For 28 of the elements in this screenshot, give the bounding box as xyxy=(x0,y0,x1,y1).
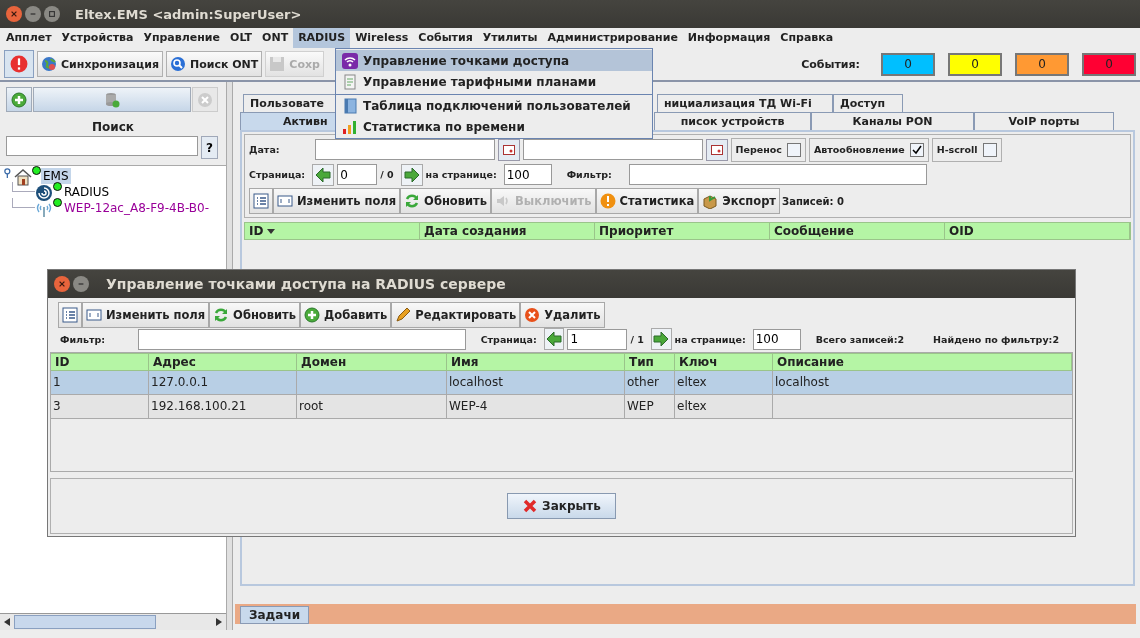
per-page-label: на странице: xyxy=(425,169,497,180)
table-cell: root xyxy=(299,399,324,413)
filtered-count: Найдено по фильтру:2 xyxy=(933,333,1059,345)
table-cell: eltex xyxy=(677,399,707,413)
filter-label: Фильтр: xyxy=(566,169,612,180)
table-cell: localhost xyxy=(449,375,503,389)
record-count: Записей: 0 xyxy=(782,195,844,207)
table-cell: other xyxy=(627,375,659,389)
page-label: Страница: xyxy=(480,333,537,345)
table-cell: eltex xyxy=(677,375,707,389)
table-cell: WEP xyxy=(627,399,654,413)
total-count: Всего записей:2 xyxy=(815,333,905,345)
table-cell: localhost xyxy=(775,375,829,389)
date-label: Дата: xyxy=(249,144,280,155)
page-total: / 0 xyxy=(380,169,394,180)
table-cell: 127.0.0.1 xyxy=(151,375,209,389)
events-label: События: xyxy=(801,57,860,71)
page-total: / 1 xyxy=(630,333,644,345)
table-cell: 1 xyxy=(53,375,61,389)
window-title: Eltex.EMS <admin:SuperUser> xyxy=(75,6,302,22)
dialog-title: Управление точками доступа на RADIUS сервере xyxy=(106,276,506,292)
page-label: Страница: xyxy=(249,169,306,180)
table-cell: WEP-4 xyxy=(449,399,488,413)
table-cell: 3 xyxy=(53,399,61,413)
per-page-label: на странице: xyxy=(674,333,746,345)
table-cell: 192.168.100.21 xyxy=(151,399,247,413)
search-label: Поиск xyxy=(91,120,135,134)
filter-label: Фильтр: xyxy=(60,333,106,345)
